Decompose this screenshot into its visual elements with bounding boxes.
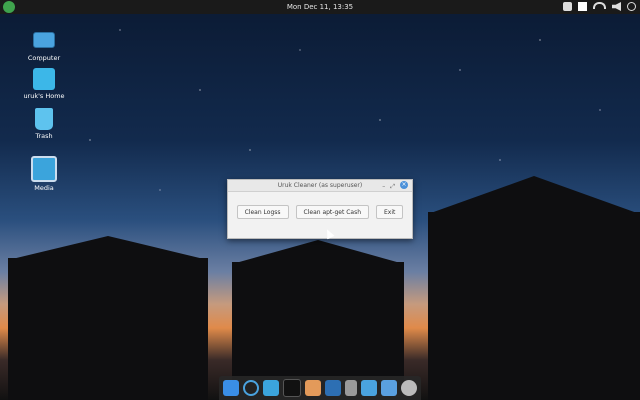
lock-icon[interactable] bbox=[563, 2, 572, 11]
home-folder-icon bbox=[33, 68, 55, 90]
system-tray bbox=[563, 2, 636, 11]
text-editor-icon[interactable] bbox=[361, 380, 377, 396]
network-icon[interactable] bbox=[593, 2, 606, 9]
settings-gear-icon[interactable] bbox=[325, 380, 341, 396]
downloader-icon[interactable] bbox=[223, 380, 239, 396]
clock[interactable]: Mon Dec 11, 13:35 bbox=[0, 3, 640, 11]
volume-icon[interactable] bbox=[612, 2, 621, 11]
desktop-icon-home[interactable]: uruk's Home bbox=[21, 68, 67, 100]
close-icon[interactable]: × bbox=[400, 181, 408, 189]
desktop-icon-label: Trash bbox=[35, 132, 53, 140]
desktop-icon-label: Computer bbox=[27, 54, 61, 62]
desktop-icon-media[interactable]: Media bbox=[21, 156, 67, 192]
silo-left bbox=[8, 236, 208, 400]
dock bbox=[219, 376, 421, 400]
desktop-icon-trash[interactable]: Trash bbox=[21, 108, 67, 140]
files-icon[interactable] bbox=[263, 380, 279, 396]
top-panel: Mon Dec 11, 13:35 bbox=[0, 0, 640, 14]
store-icon[interactable] bbox=[305, 380, 321, 396]
desktop-icon-label: Media bbox=[34, 184, 54, 192]
document-icon[interactable] bbox=[345, 380, 357, 396]
desktop-icon-computer[interactable]: Computer bbox=[21, 28, 67, 62]
display-icon[interactable] bbox=[381, 380, 397, 396]
power-icon[interactable] bbox=[627, 2, 636, 11]
system-settings-icon[interactable] bbox=[401, 380, 417, 396]
dialog-titlebar[interactable]: Uruk Cleaner (as superuser) – ⤢ × bbox=[228, 180, 412, 192]
computer-icon bbox=[33, 32, 55, 48]
terminal-icon[interactable] bbox=[283, 379, 301, 397]
silo-right bbox=[428, 176, 640, 400]
minimize-icon[interactable]: – bbox=[382, 181, 385, 192]
clean-logs-button[interactable]: Clean Logss bbox=[236, 205, 289, 219]
uruk-cleaner-dialog: Uruk Cleaner (as superuser) – ⤢ × Clean … bbox=[227, 179, 413, 239]
desktop-icon-label: uruk's Home bbox=[23, 92, 65, 100]
dialog-title: Uruk Cleaner (as superuser) bbox=[277, 182, 363, 189]
trash-icon bbox=[35, 108, 53, 130]
maximize-icon[interactable]: ⤢ bbox=[390, 181, 395, 192]
media-icon bbox=[31, 156, 57, 182]
update-icon[interactable] bbox=[578, 2, 587, 11]
browser-icon[interactable] bbox=[243, 380, 259, 396]
clean-cache-button[interactable]: Clean apt-get Cash bbox=[295, 205, 370, 219]
exit-button[interactable]: Exit bbox=[376, 205, 404, 219]
